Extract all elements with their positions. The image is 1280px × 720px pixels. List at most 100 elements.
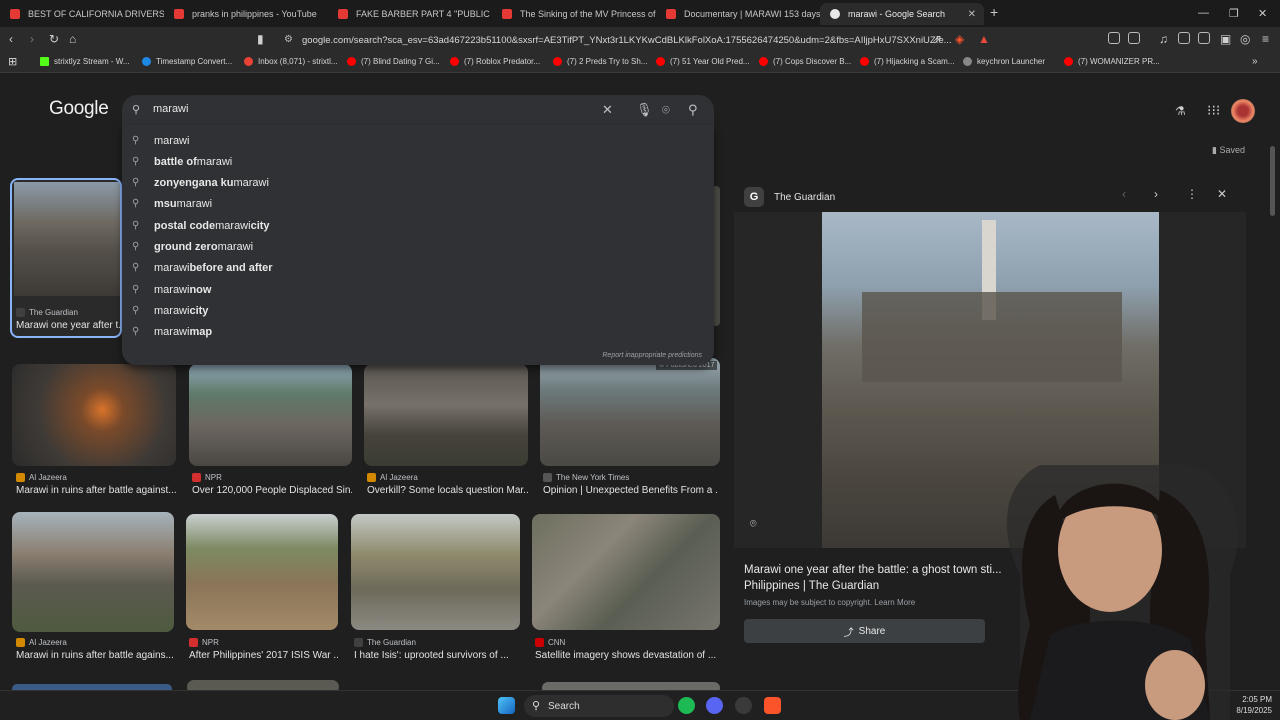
bookmark-item[interactable]: (7) Roblox Predator... (450, 57, 540, 66)
suggestion-item[interactable]: ⚲ postal code marawi city (132, 215, 702, 236)
more-options-icon[interactable]: ⋮ (1186, 187, 1198, 201)
bookmark-item[interactable]: Inbox (8,071) - strixtl... (244, 57, 338, 66)
report-predictions-link[interactable]: Report inappropriate predictions (602, 352, 702, 359)
suggestion-item[interactable]: ⚲ msu marawi (132, 193, 702, 214)
search-input[interactable]: marawi (153, 103, 188, 115)
clear-icon[interactable]: ✕ (602, 102, 613, 118)
vpn-icon[interactable]: ◎ (1240, 32, 1250, 46)
google-apps-icon[interactable]: ⁝⁝⁝ (1207, 102, 1220, 119)
browser-tab[interactable]: pranks in philippines - YouTube (164, 3, 328, 25)
menu-icon[interactable]: ≡ (1262, 32, 1269, 46)
youtube-icon (347, 57, 356, 66)
media-icon[interactable]: ♫ (1159, 32, 1168, 46)
suggestion-item[interactable]: ⚲ marawi city (132, 300, 702, 321)
labs-icon[interactable]: ⚗ (1175, 104, 1186, 118)
tab-search-icon[interactable] (1198, 32, 1210, 44)
site-info-icon[interactable]: ⚙ (284, 34, 293, 45)
bookmark-item[interactable]: (7) Blind Dating 7 Gi... (347, 57, 440, 66)
source-icon (543, 473, 552, 482)
image-result[interactable] (186, 514, 338, 630)
windows-start-icon[interactable] (498, 697, 515, 714)
obs-icon[interactable] (735, 697, 752, 714)
suggestion-item[interactable]: ⚲ battle of marawi (132, 151, 702, 172)
new-tab-icon[interactable]: + (990, 4, 998, 20)
brave-icon[interactable] (764, 697, 781, 714)
image-result[interactable] (540, 358, 720, 466)
result-title: I hate Isis': uprooted survivors of ... (354, 650, 509, 661)
saved-link[interactable]: ▮ Saved (1212, 145, 1245, 156)
browser-tab[interactable]: FAKE BARBER PART 4 "PUBLIC PRANK (328, 3, 492, 25)
bookmark-item[interactable]: (7) Hijacking a Scam... (860, 57, 954, 66)
image-result[interactable] (12, 512, 174, 632)
microphone-icon[interactable]: 🎙︎ (636, 102, 653, 118)
apps-icon[interactable]: ⊞ (8, 55, 17, 68)
bookmark-item[interactable]: (7) Cops Discover B... (759, 57, 851, 66)
extension-icon[interactable] (1108, 32, 1120, 44)
bookmark-item[interactable]: Timestamp Convert... (142, 57, 232, 66)
suggestion-item[interactable]: ⚲ marawi before and after (132, 257, 702, 278)
more-bookmarks-icon[interactable]: » (1252, 56, 1258, 67)
result-title: Marawi in ruins after battle against... (16, 485, 176, 496)
bookmark-icon[interactable]: ▮ (257, 32, 264, 46)
search-box[interactable]: ⚲ marawi ✕ 🎙︎ ⌾ ⚲ (122, 95, 714, 125)
brave-rewards-icon[interactable]: ▲ (978, 32, 990, 46)
close-panel-icon[interactable]: ✕ (1217, 187, 1227, 201)
scrollbar-thumb[interactable] (1270, 146, 1275, 216)
youtube-icon (338, 9, 348, 19)
search-submit-icon[interactable]: ⚲ (688, 102, 698, 118)
guardian-icon: G (744, 187, 764, 207)
share-button[interactable]: ⤴ Share (744, 619, 985, 643)
suggestion-item[interactable]: ⚲ zonyengana ku marawi (132, 172, 702, 193)
image-result[interactable] (364, 364, 528, 466)
previous-icon[interactable]: ‹ (1122, 187, 1126, 201)
tab-title: FAKE BARBER PART 4 "PUBLIC PRANK (356, 9, 492, 19)
sidebar-icon[interactable] (1178, 32, 1190, 44)
bookmark-item[interactable]: (7) WOMANIZER PR... (1064, 57, 1160, 66)
browser-tab[interactable]: The Sinking of the MV Princess of the (492, 3, 656, 25)
panel-source[interactable]: G The Guardian (744, 187, 835, 207)
bookmark-item[interactable]: (7) 2 Preds Try to Sh... (553, 57, 647, 66)
avatar[interactable] (1231, 99, 1255, 123)
image-result[interactable] (351, 514, 520, 630)
source-icon (16, 473, 25, 482)
wallet-icon[interactable]: ▣ (1220, 32, 1231, 46)
reload-icon[interactable]: ↻ (49, 32, 59, 46)
source-icon (189, 638, 198, 647)
youtube-icon (759, 57, 768, 66)
home-icon[interactable]: ⌂ (69, 32, 76, 46)
bookmark-item[interactable]: strixtlyz Stream - W... (40, 57, 130, 66)
browser-tab-active[interactable]: marawi - Google Search ✕ (820, 3, 984, 25)
image-result[interactable] (532, 514, 720, 630)
brave-shield-icon[interactable]: ◈ (955, 32, 964, 46)
browser-tab[interactable]: BEST OF CALIFORNIA DRIVERS | 20 M (0, 3, 164, 25)
maximize-icon[interactable]: ❐ (1229, 7, 1239, 20)
browser-tab-strip: BEST OF CALIFORNIA DRIVERS | 20 M pranks… (0, 0, 1280, 27)
image-result[interactable] (12, 364, 176, 466)
spotify-icon[interactable] (678, 697, 695, 714)
browser-tab[interactable]: Documentary | MARAWI 153 days of (656, 3, 820, 25)
suggestion-item[interactable]: ⚲ marawi map (132, 321, 702, 342)
minimize-icon[interactable]: — (1198, 7, 1209, 19)
extension-icon[interactable] (1128, 32, 1140, 44)
result-title: Marawi one year after t... (16, 320, 120, 331)
bookmark-item[interactable]: keychron Launcher (963, 57, 1045, 66)
lens-search-icon[interactable]: ⌾ (750, 518, 757, 531)
taskbar-search[interactable]: ⚲ Search (524, 695, 674, 717)
bookmark-item[interactable]: (7) 51 Year Old Pred... (656, 57, 750, 66)
suggestion-item[interactable]: ⚲ ground zero marawi (132, 236, 702, 257)
window-close-icon[interactable]: ✕ (1258, 7, 1267, 20)
search-icon: ⚲ (132, 305, 140, 316)
image-result[interactable] (189, 364, 352, 466)
next-icon[interactable]: › (1154, 187, 1158, 201)
google-logo[interactable]: Google (49, 98, 109, 120)
close-tab-icon[interactable]: ✕ (968, 9, 976, 20)
suggestion-item[interactable]: ⚲ marawi now (132, 279, 702, 300)
suggestion-item[interactable]: ⚲ marawi (132, 130, 702, 151)
url-text: google.com/search?sca_esv=63ad467223b511… (302, 34, 952, 46)
back-icon[interactable]: ‹ (9, 32, 13, 46)
address-bar[interactable]: ⚙ google.com/search?sca_esv=63ad467223b5… (276, 29, 996, 51)
discord-icon[interactable] (706, 697, 723, 714)
forward-icon[interactable]: › (30, 32, 34, 46)
share-page-icon[interactable]: ⇗ (932, 32, 942, 46)
lens-icon[interactable]: ⌾ (662, 102, 670, 118)
